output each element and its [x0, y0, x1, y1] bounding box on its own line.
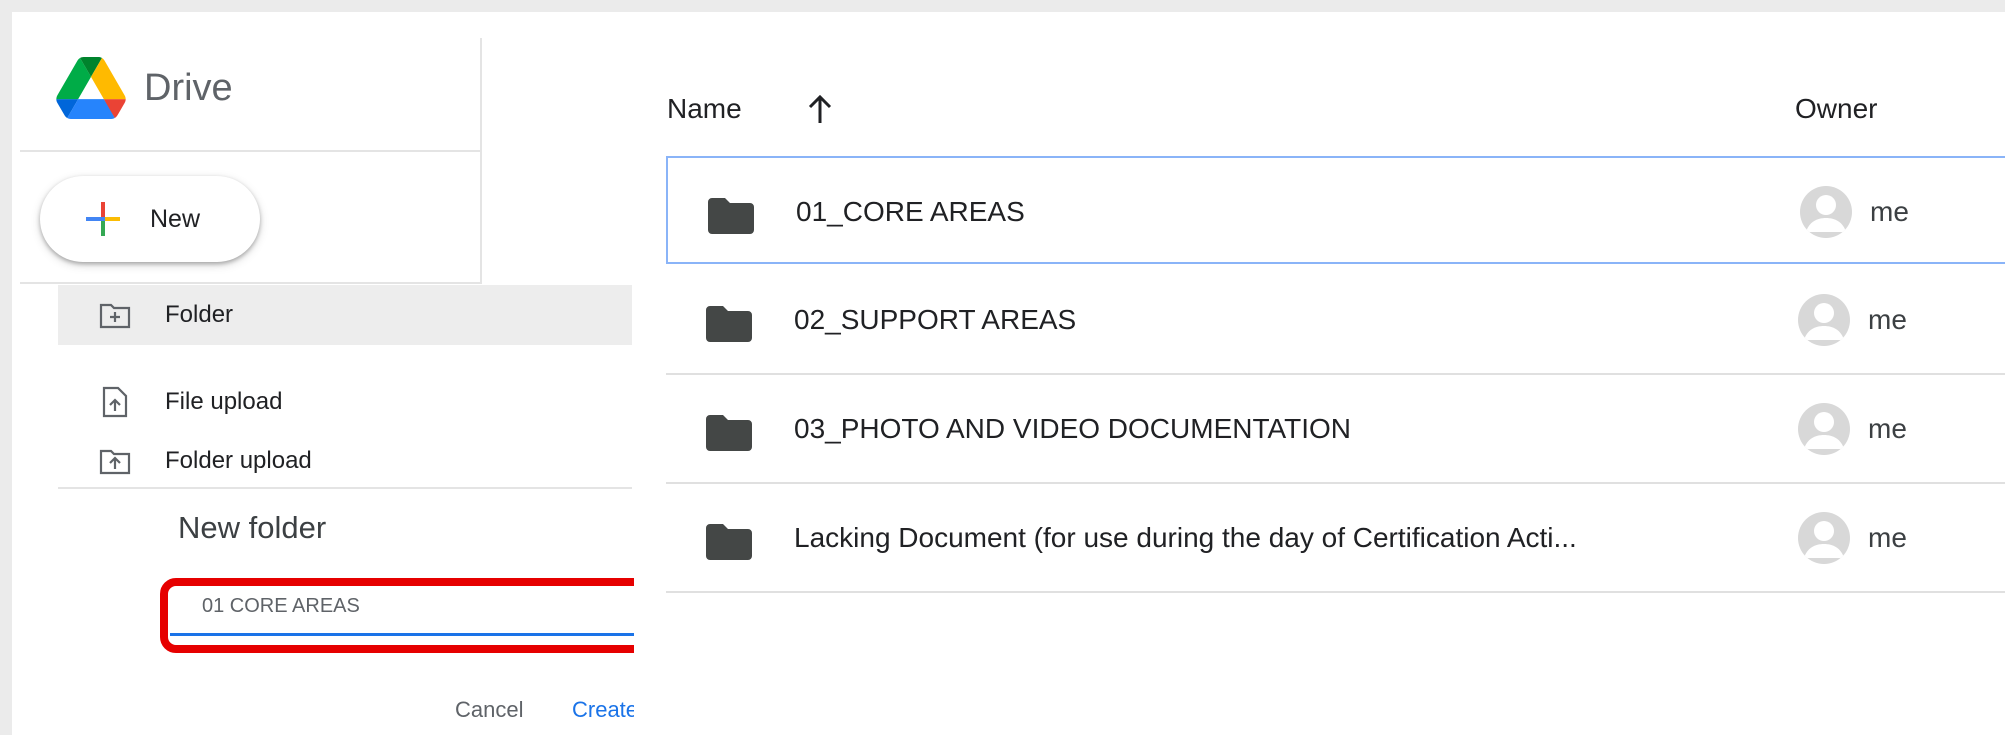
dialog-divider — [58, 487, 632, 489]
avatar — [1798, 403, 1850, 455]
file-row[interactable]: 01_CORE AREAS me — [666, 156, 2005, 264]
drive-brand[interactable]: Drive — [56, 57, 233, 119]
header-divider — [20, 150, 480, 152]
folder-icon — [708, 198, 754, 234]
new-button[interactable]: New — [40, 176, 260, 262]
folder-icon — [706, 415, 752, 451]
file-name: 02_SUPPORT AREAS — [794, 304, 1077, 335]
owner-name: me — [1868, 304, 1907, 335]
panel-divider — [480, 38, 482, 284]
app-title: Drive — [144, 66, 233, 109]
file-name: Lacking Document (for use during the day… — [794, 522, 1577, 553]
menu-item-folder-label: Folder — [165, 301, 234, 328]
menu-item-folder-upload[interactable]: Folder upload — [58, 444, 312, 478]
avatar — [1798, 512, 1850, 564]
menu-item-folder-upload-label: Folder upload — [165, 447, 312, 474]
folder-icon — [706, 524, 752, 560]
folder-upload-icon — [98, 444, 132, 478]
folder-name-input[interactable] — [170, 580, 638, 636]
owner-name: me — [1868, 522, 1907, 553]
row-divider — [666, 591, 2005, 593]
column-header-name[interactable]: Name — [667, 93, 742, 125]
file-row[interactable]: 02_SUPPORT AREAS me — [666, 266, 2005, 374]
cancel-button[interactable]: Cancel — [455, 697, 523, 723]
folder-icon — [706, 306, 752, 342]
menu-item-file-upload[interactable]: File upload — [58, 385, 282, 419]
file-name: 03_PHOTO AND VIDEO DOCUMENTATION — [794, 413, 1351, 444]
plus-icon — [86, 202, 120, 236]
menu-item-file-upload-label: File upload — [165, 388, 283, 415]
file-upload-icon — [98, 385, 132, 419]
new-button-label: New — [150, 204, 201, 233]
arrow-up-icon[interactable] — [806, 93, 834, 125]
dialog-title: New folder — [178, 510, 327, 545]
file-row[interactable]: 03_PHOTO AND VIDEO DOCUMENTATION me — [666, 375, 2005, 483]
menu-item-folder[interactable]: Folder — [58, 285, 632, 345]
menu-divider — [20, 282, 482, 284]
owner-name: me — [1870, 196, 1909, 227]
new-folder-icon — [98, 298, 132, 332]
google-drive-logo — [56, 57, 126, 119]
owner-name: me — [1868, 413, 1907, 444]
file-row[interactable]: Lacking Document (for use during the day… — [666, 484, 2005, 592]
create-button[interactable]: Create — [572, 697, 638, 723]
avatar — [1798, 294, 1850, 346]
column-header-owner[interactable]: Owner — [1795, 93, 1877, 125]
avatar — [1800, 186, 1852, 238]
file-name: 01_CORE AREAS — [796, 196, 1025, 227]
